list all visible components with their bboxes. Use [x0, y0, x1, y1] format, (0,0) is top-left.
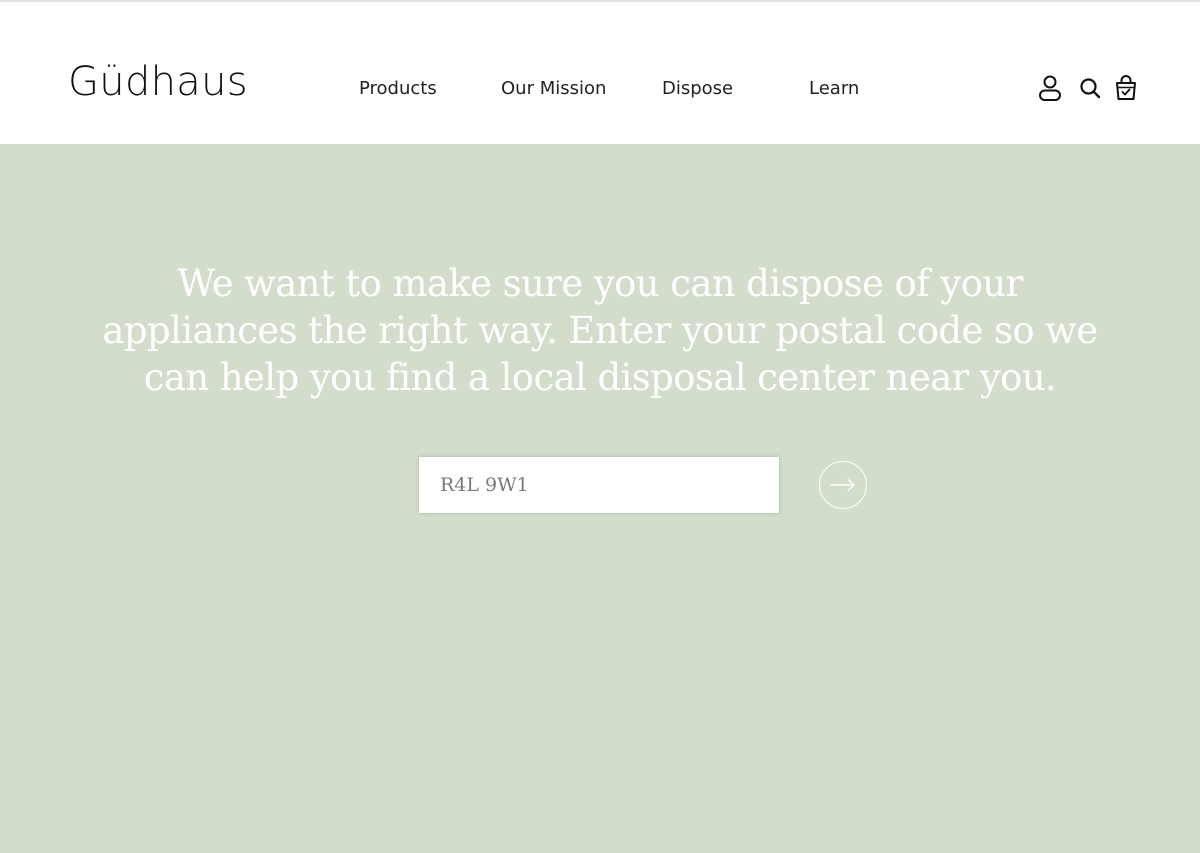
account-icon	[1039, 75, 1061, 101]
shopping-bag-icon	[1116, 75, 1136, 100]
postal-code-submit-button[interactable]	[819, 461, 867, 509]
account-button[interactable]	[1037, 74, 1063, 102]
search-button[interactable]	[1077, 74, 1103, 102]
hero-message: We want to make sure you can dispose of …	[102, 262, 1098, 399]
nav-dispose[interactable]: Dispose	[662, 77, 733, 101]
nav-products[interactable]: Products	[359, 77, 437, 101]
postal-code-input[interactable]	[419, 457, 779, 513]
arrow-right-icon	[830, 478, 855, 492]
site-header: Güdhaus Products Our Mission Dispose Lea…	[0, 2, 1200, 144]
brand-logo[interactable]: Güdhaus	[68, 58, 248, 106]
search-icon	[1080, 78, 1101, 99]
nav-learn[interactable]: Learn	[809, 77, 859, 101]
disposal-hero: We want to make sure you can dispose of …	[0, 144, 1200, 853]
cart-button[interactable]	[1113, 74, 1139, 102]
nav-our-mission[interactable]: Our Mission	[501, 77, 606, 101]
